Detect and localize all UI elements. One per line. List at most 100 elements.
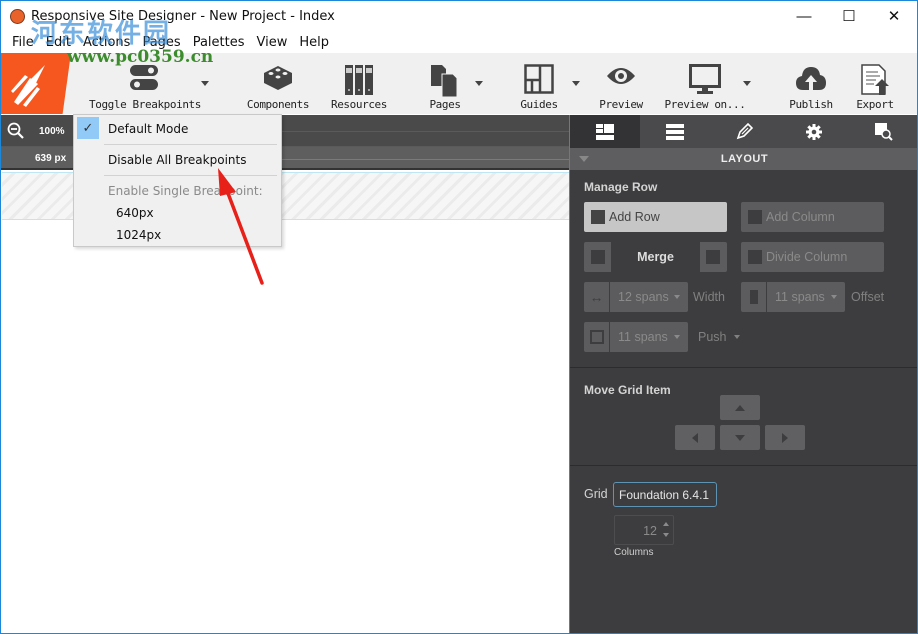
gear-icon [806, 123, 823, 140]
layout-icon [595, 123, 614, 140]
eye-icon [607, 68, 635, 84]
tab-style[interactable] [710, 115, 780, 148]
move-right-button[interactable] [765, 425, 805, 450]
arrow-down-icon [735, 434, 745, 441]
merge-left-icon[interactable] [591, 250, 605, 264]
toggle-breakpoints-label: Toggle Breakpoints [89, 98, 202, 111]
properties-panel: LAYOUT Manage Row Add Row Add Column Mer… [569, 115, 917, 633]
close-button[interactable]: ✕ [871, 1, 917, 31]
columns-stepper[interactable]: 12 [614, 515, 674, 545]
maximize-button[interactable]: ☐ [826, 1, 872, 31]
divider [570, 465, 917, 466]
pages-icon [431, 65, 458, 98]
width-label: Width [693, 290, 725, 304]
preview-on-button[interactable]: Preview on... [663, 53, 747, 114]
offset-label: Offset [851, 290, 885, 304]
toggle-icon [130, 65, 158, 90]
monitor-icon [689, 64, 721, 94]
push-dropdown-caret[interactable] [734, 335, 740, 339]
add-row-button[interactable]: Add Row [584, 202, 727, 232]
move-down-button[interactable] [720, 425, 760, 450]
grid-label: Grid [584, 487, 608, 501]
panel-tabs [570, 115, 917, 148]
offset-value: 11 spans [775, 290, 825, 304]
tab-rows[interactable] [640, 115, 710, 148]
rocket-icon [11, 65, 45, 107]
minimize-button[interactable]: — [781, 1, 827, 31]
add-column-button[interactable]: Add Column [741, 202, 884, 232]
cloud-upload-icon [796, 67, 826, 90]
menu-help[interactable]: Help [294, 33, 336, 53]
add-row-label: Add Row [609, 210, 660, 224]
menu-item-breakpoint-1024[interactable]: 1024px [116, 228, 161, 242]
width-icon: ↔ [584, 282, 610, 312]
app-logo [1, 53, 71, 114]
design-canvas[interactable] [2, 221, 569, 633]
add-column-label: Add Column [766, 210, 835, 224]
menu-item-default-mode[interactable]: Default Mode [108, 122, 188, 136]
push-icon [584, 322, 610, 352]
columns-label: Columns [614, 547, 654, 558]
stepper-up-icon[interactable] [663, 522, 669, 526]
resources-icon [345, 65, 373, 95]
export-button[interactable]: Export [853, 53, 897, 114]
arrow-up-icon [735, 404, 745, 411]
chevron-down-icon [674, 295, 680, 299]
chevron-down-icon [831, 295, 837, 299]
layout-title: LAYOUT [720, 153, 769, 165]
preview-on-label: Preview on... [664, 98, 746, 111]
components-icon [264, 66, 292, 90]
preview-on-dropdown-caret[interactable] [743, 81, 751, 86]
components-button[interactable]: Components [244, 53, 312, 114]
app-icon [10, 9, 25, 24]
offset-select[interactable]: 11 spans [741, 282, 845, 312]
annotation-arrow [218, 168, 264, 285]
resources-label: Resources [330, 98, 387, 111]
layout-section-header[interactable]: LAYOUT [570, 148, 917, 170]
preview-label: Preview [599, 98, 643, 111]
manage-row-title: Manage Row [584, 180, 658, 194]
width-select[interactable]: ↔ 12 spans [584, 282, 688, 312]
columns-value: 12 [643, 524, 657, 538]
toggle-breakpoints-dropdown-caret[interactable] [201, 81, 209, 86]
move-up-button[interactable] [720, 395, 760, 420]
tab-settings[interactable] [779, 115, 849, 148]
pages-label: Pages [429, 98, 461, 111]
preview-button[interactable]: Preview [598, 53, 644, 114]
components-label: Components [246, 98, 310, 111]
resources-button[interactable]: Resources [329, 53, 389, 114]
push-select[interactable]: 11 spans [584, 322, 688, 352]
canvas-width-value: 639 px [35, 153, 67, 164]
merge-button[interactable]: Merge [611, 242, 700, 272]
zoom-out-icon[interactable] [7, 122, 25, 140]
guides-dropdown-caret[interactable] [572, 81, 580, 86]
watermark-url: www.pc0359.cn [67, 47, 214, 67]
pages-button[interactable]: Pages [425, 53, 465, 114]
arrow-right-icon [782, 432, 788, 443]
publish-label: Publish [789, 98, 833, 111]
merge-right-icon[interactable] [706, 250, 720, 264]
grid-framework-select[interactable]: Foundation 6.4.1 [613, 482, 717, 507]
divide-column-button[interactable]: Divide Column [741, 242, 884, 272]
guides-button[interactable]: Guides [516, 53, 562, 114]
move-left-button[interactable] [675, 425, 715, 450]
push-value: 11 spans [618, 330, 668, 344]
watermark-text: 河东软件园 [31, 19, 172, 49]
menu-item-disable-all-breakpoints[interactable]: Disable All Breakpoints [108, 153, 246, 167]
push-label[interactable]: Push [698, 330, 727, 344]
guides-label: Guides [520, 98, 558, 111]
add-column-icon [748, 210, 762, 224]
pages-dropdown-caret[interactable] [475, 81, 483, 86]
tab-layout[interactable] [570, 115, 640, 148]
guides-icon [524, 64, 554, 94]
menu-view[interactable]: View [252, 33, 295, 53]
publish-button[interactable]: Publish [787, 53, 835, 114]
menu-item-breakpoint-640[interactable]: 640px [116, 206, 154, 220]
tab-inspect[interactable] [849, 115, 917, 148]
export-icon [861, 64, 889, 95]
toolbar: Toggle Breakpoints Components Resources [1, 19, 917, 114]
rows-icon [665, 123, 684, 140]
stepper-down-icon[interactable] [663, 533, 669, 537]
divider [570, 367, 917, 368]
app-window: Responsive Site Designer - New Project -… [0, 0, 918, 634]
